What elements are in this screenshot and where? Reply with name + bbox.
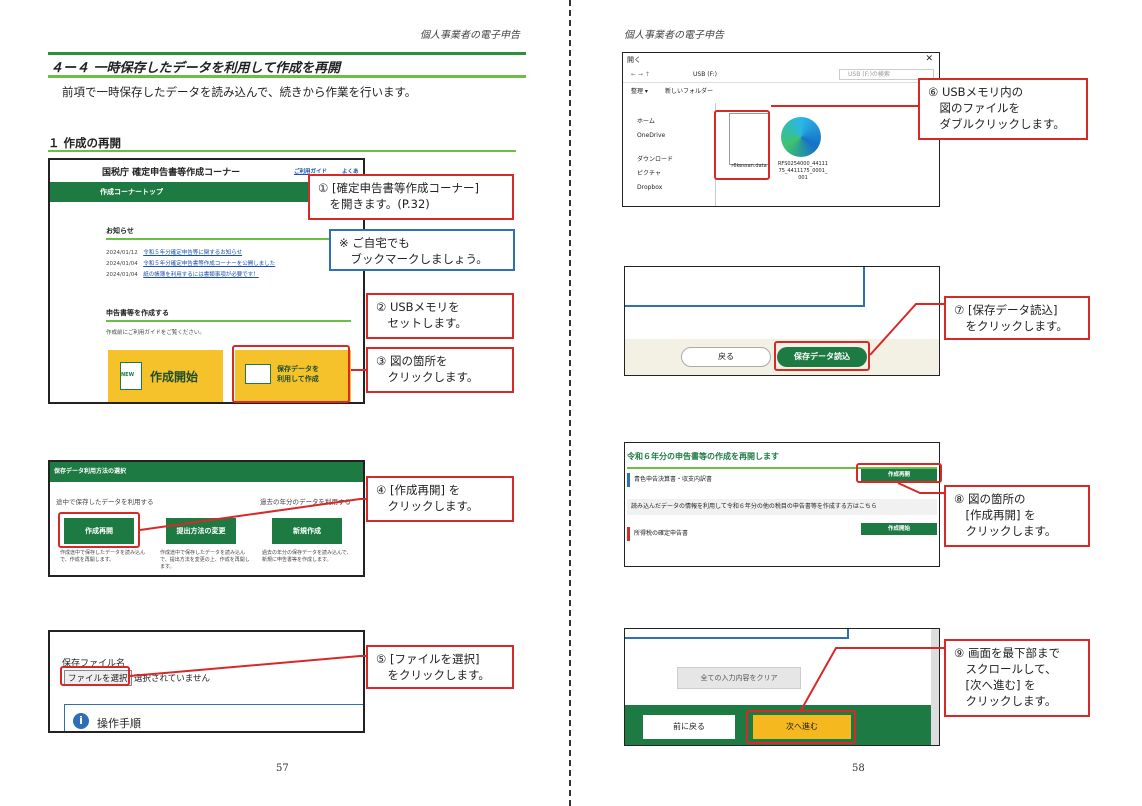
right-page: 個人事業者の電子申告 開く ✕ ← → ↑ USB (F:) USB (F:)の… [572, 0, 1142, 806]
callout-9: ⑨ 画面を最下部まで スクロールして、 [次へ進む] を クリックします。 [944, 639, 1090, 717]
nav-item-home[interactable]: ホーム [637, 115, 673, 129]
path-field[interactable]: USB (F:) [693, 71, 717, 78]
col3-title: 過去の年分のデータを利用する [260, 498, 351, 506]
callout-2: ② USBメモリを セットします。 [366, 293, 514, 339]
edge-browser-icon[interactable] [781, 117, 821, 157]
resume-title: 令和６年分の申告書等の作成を再開します [627, 452, 779, 461]
intro-text: 前項で一時保存したデータを読み込んで、続きから作業を行います。 [62, 85, 417, 99]
create-title: 申告書等を作成する [106, 308, 351, 322]
back-button[interactable]: 戻る [681, 347, 771, 367]
news-item: 2024/01/04 令和５年分確定申告書等作成コーナーを公開しました [106, 261, 276, 267]
new-badge: NEW [121, 372, 135, 378]
nav-item-onedrive[interactable]: OneDrive [637, 129, 673, 143]
change-method-button[interactable]: 提出方法の変更 [166, 518, 236, 544]
dialog-title: 開く [627, 56, 641, 64]
desc-new: 過去の年分の保存データを読み込んで、新規に申告書等を作成します。 [262, 550, 352, 563]
pdf-file-name[interactable]: RFS0254000_4411175_4411175_0001_001 [777, 161, 829, 182]
callout-note: ※ ご自宅でも ブックマークしましょう。 [329, 229, 515, 271]
close-icon[interactable]: ✕ [925, 54, 933, 64]
nav-item-dropbox[interactable]: Dropbox [637, 181, 673, 195]
new-create-button[interactable]: 新規作成 [272, 518, 342, 544]
start-card[interactable]: NEW 作成開始 [108, 350, 223, 402]
new-folder-button[interactable]: 新しいフォルダー [665, 86, 713, 95]
start-row-button[interactable]: 作成開始 [861, 523, 937, 535]
content-box [625, 629, 849, 639]
desc-resume: 作成途中で保存したデータを読み込んで、作成を再開します。 [60, 550, 146, 563]
info-title: 操作手順 [97, 717, 141, 730]
callout-7: ⑦ [保存データ読込] をクリックします。 [944, 296, 1090, 340]
callout-3: ③ 図の箇所を クリックします。 [366, 347, 514, 393]
dialog-addressbar: ← → ↑ USB (F:) USB (F:)の検索 [623, 67, 939, 83]
subhead: １ 作成の再開 [48, 135, 516, 152]
content-box [625, 267, 865, 307]
left-page: 個人事業者の電子申告 ４ー４ 一時保存したデータを利用して作成を再開 前項で一時… [0, 0, 568, 806]
dialog-toolbar: 整理 ▾ 新しいフォルダー [623, 83, 939, 97]
page-number: 58 [852, 763, 865, 774]
site-title: 国税庁 確定申告書等作成コーナー [102, 168, 241, 178]
running-head: 個人事業者の電子申告 [420, 30, 520, 41]
nav-item-pictures[interactable]: ピクチャ [637, 167, 673, 181]
organize-menu[interactable]: 整理 ▾ [631, 86, 648, 95]
callout-1: ① [確定申告書等作成コーナー] を開きます。(P.32) [308, 174, 514, 220]
callout-6: ⑥ USBメモリ内の 図のファイルを ダブルクリックします。 [918, 78, 1088, 140]
create-note: 作成前にご利用ガイドをご覧ください。 [106, 330, 205, 336]
info-box: i 操作手順 [64, 704, 363, 731]
dialog-nav-pane: ホーム OneDrive ダウンロード ピクチャ Dropbox [637, 115, 673, 195]
nav-arrows-icon[interactable]: ← → ↑ [631, 71, 650, 78]
nav-item-downloads[interactable]: ダウンロード [637, 153, 673, 167]
highlight-load [774, 341, 870, 371]
news-list: 2024/01/12 令和５年分確定申告等に関するお知らせ 2024/01/04… [106, 248, 356, 281]
highlight-choose-file [60, 666, 130, 686]
highlight-resume-btn [58, 512, 140, 548]
prev-button[interactable]: 前に戻る [643, 715, 735, 739]
highlight-next [746, 710, 856, 744]
other-tax-row: 読み込んだデータの情報を利用して令和６年分の他の税目の申告書等を作成する方はこち… [627, 499, 937, 515]
col1-title: 途中で保存したデータを利用する [56, 498, 154, 506]
file-status: 選択されていません [134, 674, 210, 684]
desc-change: 作成途中で保存したデータを読み込んで、提出方法を変更の上、作成を再開します。 [160, 550, 250, 570]
screenshot-resume-list: 令和６年分の申告書等の作成を再開します 青色申告決算書・収支内訳書 作成再開 読… [624, 442, 940, 567]
start-label: 作成開始 [150, 370, 199, 384]
highlight-data-file [714, 110, 770, 180]
screenshot-open-dialog: 開く ✕ ← → ↑ USB (F:) USB (F:)の検索 整理 ▾ 新しい… [622, 52, 940, 207]
news-title: お知らせ [106, 226, 346, 240]
page-number: 57 [276, 763, 289, 774]
callout-5: ⑤ [ファイルを選択] をクリックします。 [366, 645, 514, 689]
section-title: ４ー４ 一時保存したデータを利用して作成を再開 [48, 52, 526, 78]
method-header: 保存データ利用方法の選択 [50, 462, 363, 482]
news-item: 2024/01/12 令和５年分確定申告等に関するお知らせ [106, 250, 243, 256]
callout-4: ④ [作成再開] を クリックします。 [366, 476, 514, 522]
clear-all-button[interactable]: 全ての入力内容をクリア [677, 667, 801, 689]
running-head: 個人事業者の電子申告 [624, 30, 724, 41]
row-income-tax: 所得税の確定申告書 [627, 527, 857, 541]
callout-8: ⑧ 図の箇所の [作成再開] を クリックします。 [944, 485, 1090, 547]
news-item: 2024/01/04 紙の帳簿を利用するには書類事項が必要です！ [106, 272, 259, 278]
info-icon: i [73, 713, 89, 729]
scrollbar[interactable] [931, 629, 939, 745]
highlight-resume-row [856, 463, 942, 483]
dialog-titlebar: 開く ✕ [623, 53, 939, 67]
page-divider [569, 0, 571, 806]
highlight-resume [232, 345, 350, 403]
